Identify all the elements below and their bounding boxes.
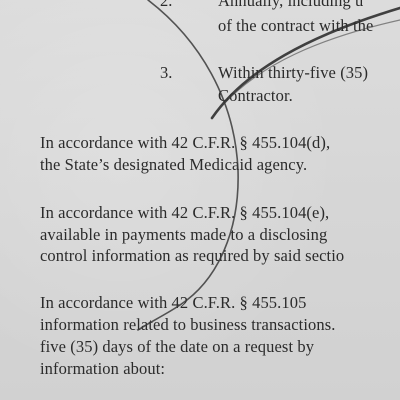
list-item-3-line-2: Contractor. (218, 86, 293, 105)
scanned-document-page: 2. Annually, including u of the contract… (0, 0, 400, 400)
paragraph-1-line-2: the State’s designated Medicaid agency. (40, 155, 308, 174)
list-item-3-line-1: Within thirty-five (35) (218, 63, 369, 82)
paragraph-3-line-2: information related to business transact… (40, 315, 336, 334)
paragraph-3-line-4: information about: (40, 359, 166, 378)
list-item-2-number: 2. (160, 0, 173, 10)
paragraph-1-line-1: In accordance with 42 C.F.R. § 455.104(d… (40, 133, 331, 152)
paragraph-2-line-3: control information as required by said … (40, 246, 345, 265)
paragraph-3-line-1: In accordance with 42 C.F.R. § 455.105 (40, 293, 307, 312)
paragraph-2-line-1: In accordance with 42 C.F.R. § 455.104(e… (40, 203, 330, 222)
paragraph-2-line-2: available in payments made to a disclosi… (40, 225, 328, 244)
list-item-2-line-1: Annually, including u (218, 0, 364, 10)
list-item-3-number: 3. (160, 63, 173, 82)
list-item-2-line-2: of the contract with the (218, 16, 374, 35)
paragraph-3-line-3: five (35) days of the date on a request … (40, 337, 315, 356)
